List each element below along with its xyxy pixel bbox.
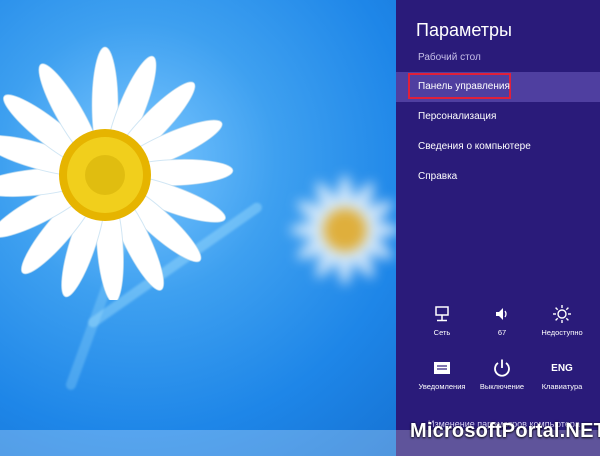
pane-title: Параметры — [416, 20, 512, 40]
brightness-icon — [534, 303, 590, 325]
settings-charm-pane: Параметры Рабочий стол Панель управления… — [396, 0, 600, 456]
menu-item-pc-info[interactable]: Сведения о компьютере — [396, 132, 600, 162]
tile-label: 67 — [497, 328, 507, 337]
menu-item-label: Справка — [418, 171, 458, 182]
notifications-tile[interactable]: Уведомления — [414, 357, 470, 391]
tile-label: Сеть — [433, 328, 451, 337]
quick-settings-tiles: Сеть 67 Недоступно Уведомления Выключени… — [414, 303, 590, 411]
power-tile[interactable]: Выключение — [474, 357, 530, 391]
menu-item-help[interactable]: Справка — [396, 162, 600, 192]
tile-label: Недоступно — [541, 328, 583, 337]
menu-item-control-panel[interactable]: Панель управления — [396, 72, 600, 102]
menu-item-label: Сведения о компьютере — [418, 141, 531, 152]
network-tile[interactable]: Сеть — [414, 303, 470, 337]
menu-item-label: Персонализация — [418, 111, 497, 122]
menu-item-personalization[interactable]: Персонализация — [396, 102, 600, 132]
desktop-wallpaper — [0, 0, 396, 456]
power-icon — [474, 357, 530, 379]
keyboard-language-glyph: ENG — [551, 362, 573, 374]
background-daisy — [290, 175, 396, 285]
tile-label: Выключение — [479, 382, 525, 391]
volume-icon — [474, 303, 530, 325]
site-watermark: MicrosoftPortal.NET — [410, 420, 600, 442]
tile-label: Уведомления — [418, 382, 466, 391]
keyboard-tile[interactable]: ENG Клавиатура — [534, 357, 590, 392]
notifications-icon — [414, 357, 470, 379]
brightness-tile[interactable]: Недоступно — [534, 303, 590, 337]
pane-context-subtitle: Рабочий стол — [418, 52, 481, 63]
keyboard-icon: ENG — [534, 357, 590, 379]
network-icon — [414, 303, 470, 325]
volume-tile[interactable]: 67 — [474, 303, 530, 337]
settings-menu: Панель управления Персонализация Сведени… — [396, 72, 600, 192]
daisy-flower — [0, 46, 234, 300]
tile-label: Клавиатура — [541, 382, 583, 391]
menu-item-label: Панель управления — [418, 81, 510, 92]
